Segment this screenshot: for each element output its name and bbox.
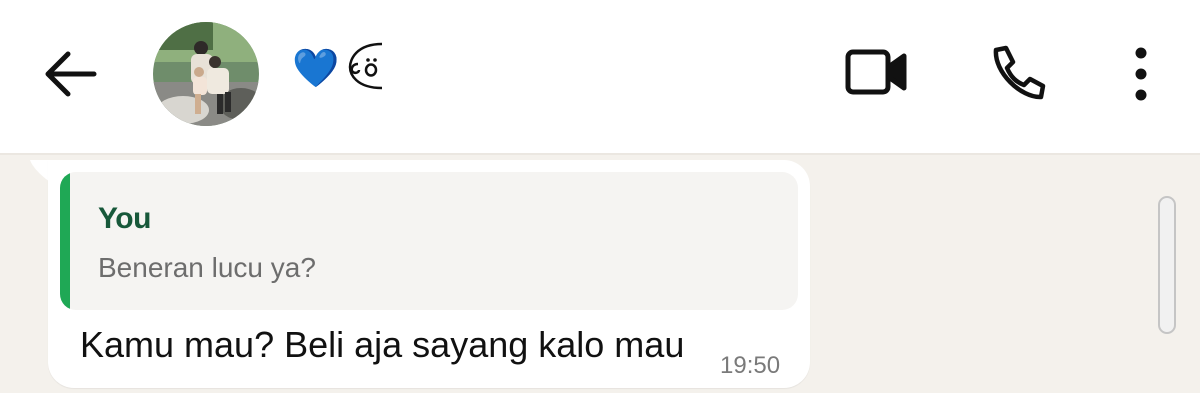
- phone-icon: [993, 45, 1046, 100]
- peeking-face-emoji-icon: [348, 42, 383, 90]
- quoted-text: Beneran lucu ya?: [98, 252, 316, 283]
- back-button[interactable]: [42, 48, 100, 100]
- quote-accent-bar: [60, 172, 70, 310]
- header-divider: [0, 153, 1200, 155]
- contact-name-text: 💙: [292, 46, 340, 90]
- message-timestamp: 19:50: [720, 352, 781, 379]
- quoted-message[interactable]: You Beneran lucu ya?: [60, 172, 798, 310]
- more-vertical-icon: [1135, 47, 1147, 101]
- more-options-button[interactable]: [1124, 44, 1158, 104]
- avatar[interactable]: [153, 22, 259, 126]
- voice-call-button[interactable]: [986, 42, 1048, 104]
- quoted-author: You: [98, 202, 151, 235]
- arrow-left-icon: [45, 51, 97, 97]
- contact-name[interactable]: 💙: [292, 40, 392, 90]
- avatar-photo: [153, 22, 259, 126]
- chat-header: 💙: [0, 0, 1200, 153]
- scrollbar[interactable]: [1158, 196, 1176, 334]
- message-text: Kamu mau? Beli aja sayang kalo mau: [80, 324, 685, 365]
- video-call-button[interactable]: [842, 44, 910, 100]
- video-camera-icon: [845, 49, 907, 95]
